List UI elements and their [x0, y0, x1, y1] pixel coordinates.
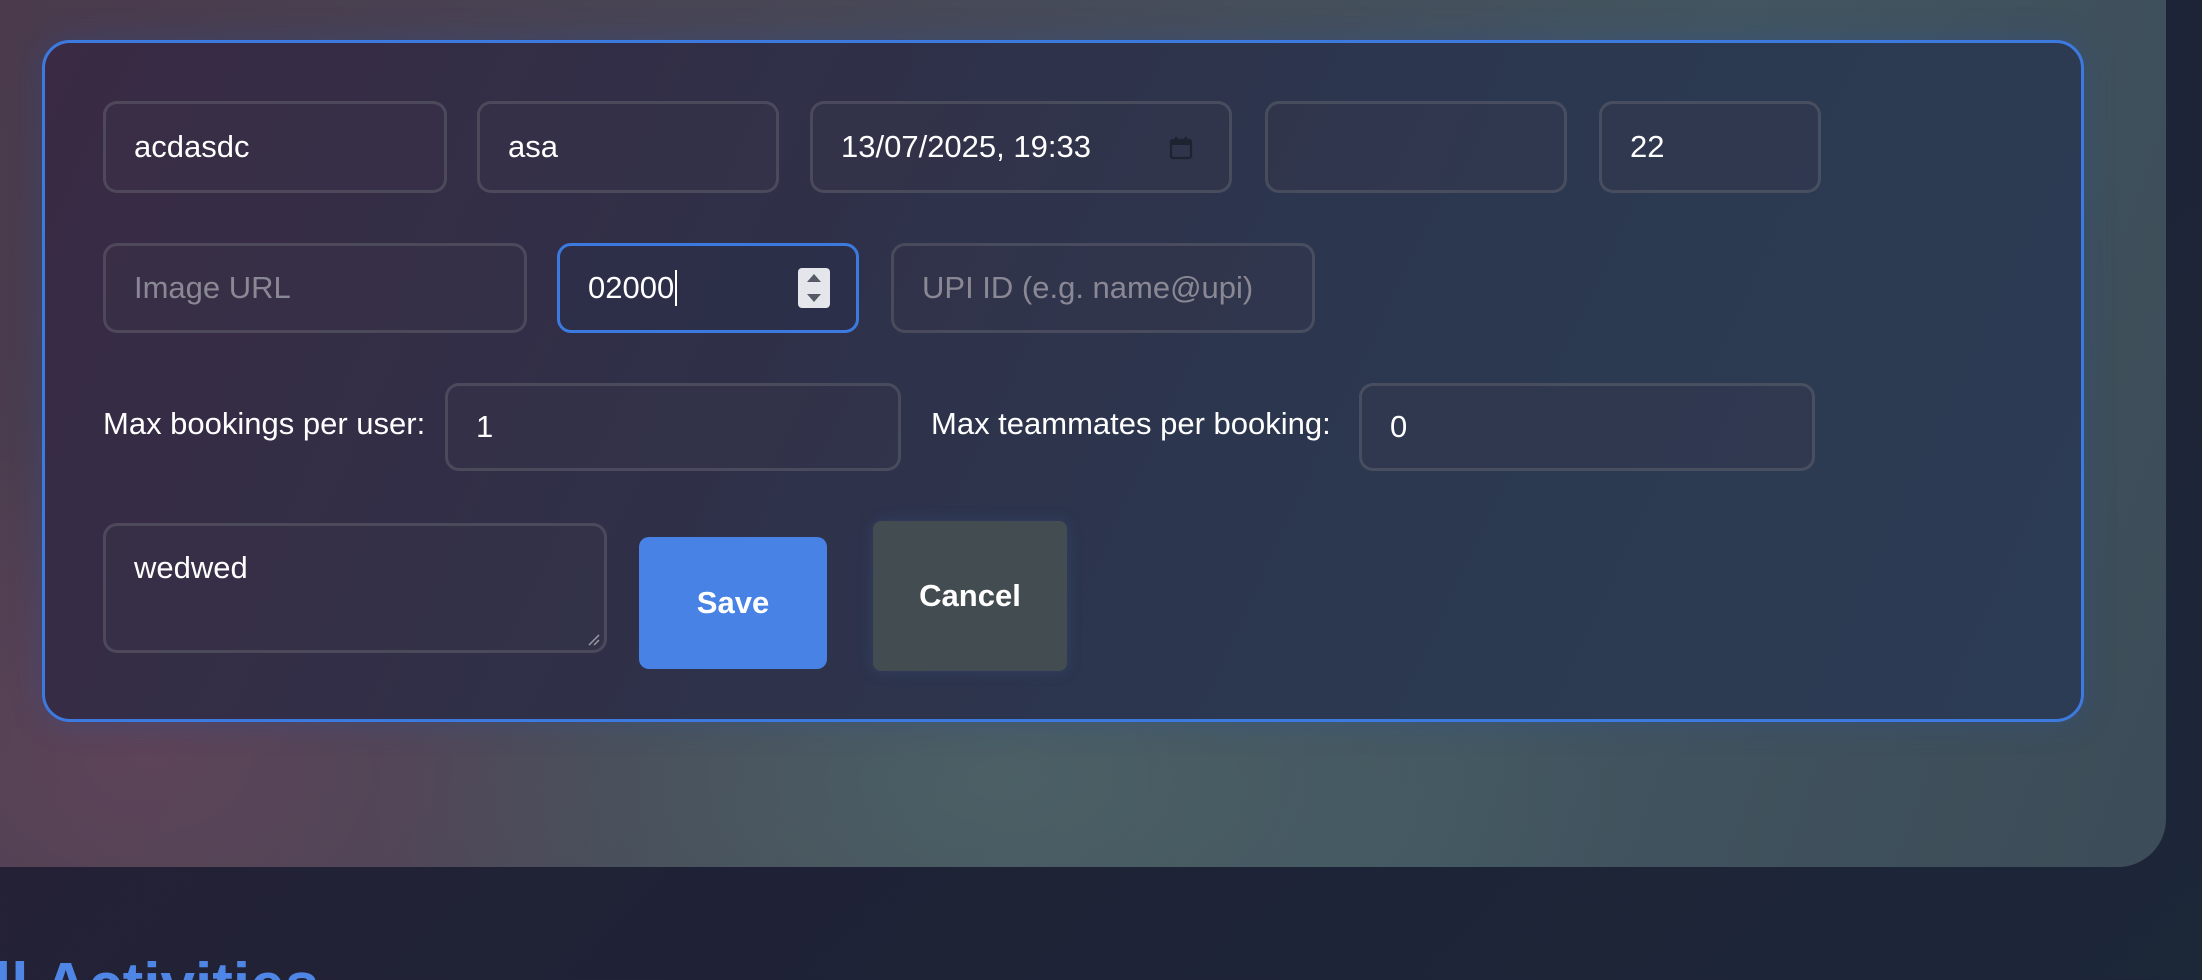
image-url-input[interactable]: Image URL	[103, 243, 527, 333]
form-panel: acdasdc asa 13/07/2025, 19:33 22 Image U…	[0, 0, 2166, 867]
max-teammates-label: Max teammates per booking:	[931, 406, 1331, 441]
cancel-button-label: Cancel	[919, 578, 1021, 613]
spinner-icon[interactable]	[798, 268, 830, 308]
title-input-value: acdasdc	[134, 129, 250, 164]
max-bookings-input[interactable]: 1	[445, 383, 901, 471]
max-teammates-value: 0	[1390, 409, 1408, 444]
resize-grip-icon[interactable]	[588, 634, 600, 646]
location-input[interactable]: asa	[477, 101, 779, 193]
decrement-arrow-icon[interactable]	[807, 294, 821, 302]
upi-id-placeholder: UPI ID (e.g. name@upi)	[922, 270, 1254, 305]
section-heading: ll Activities	[0, 950, 319, 980]
datetime-input-value: 13/07/2025, 19:33	[841, 129, 1091, 164]
empty-input[interactable]	[1265, 101, 1567, 193]
max-bookings-label: Max bookings per user:	[103, 406, 426, 441]
price-input-value: 02000	[588, 270, 675, 305]
text-caret	[675, 270, 678, 306]
slots-input[interactable]: 22	[1599, 101, 1821, 193]
save-button[interactable]: Save	[639, 537, 827, 669]
edit-activity-card: acdasdc asa 13/07/2025, 19:33 22 Image U…	[42, 40, 2084, 722]
slots-input-value: 22	[1630, 129, 1665, 164]
price-input[interactable]: 02000	[557, 243, 859, 333]
increment-arrow-icon[interactable]	[807, 274, 821, 282]
save-button-label: Save	[696, 585, 770, 620]
cancel-button[interactable]: Cancel	[873, 521, 1067, 671]
title-input[interactable]: acdasdc	[103, 101, 447, 193]
calendar-icon[interactable]	[1169, 136, 1193, 160]
description-value: wedwed	[134, 550, 248, 585]
upi-id-input[interactable]: UPI ID (e.g. name@upi)	[891, 243, 1315, 333]
datetime-input[interactable]: 13/07/2025, 19:33	[810, 101, 1232, 193]
description-textarea[interactable]: wedwed	[103, 523, 607, 653]
location-input-value: asa	[508, 129, 558, 164]
image-url-placeholder: Image URL	[134, 270, 291, 305]
max-bookings-value: 1	[476, 409, 494, 444]
max-teammates-input[interactable]: 0	[1359, 383, 1815, 471]
